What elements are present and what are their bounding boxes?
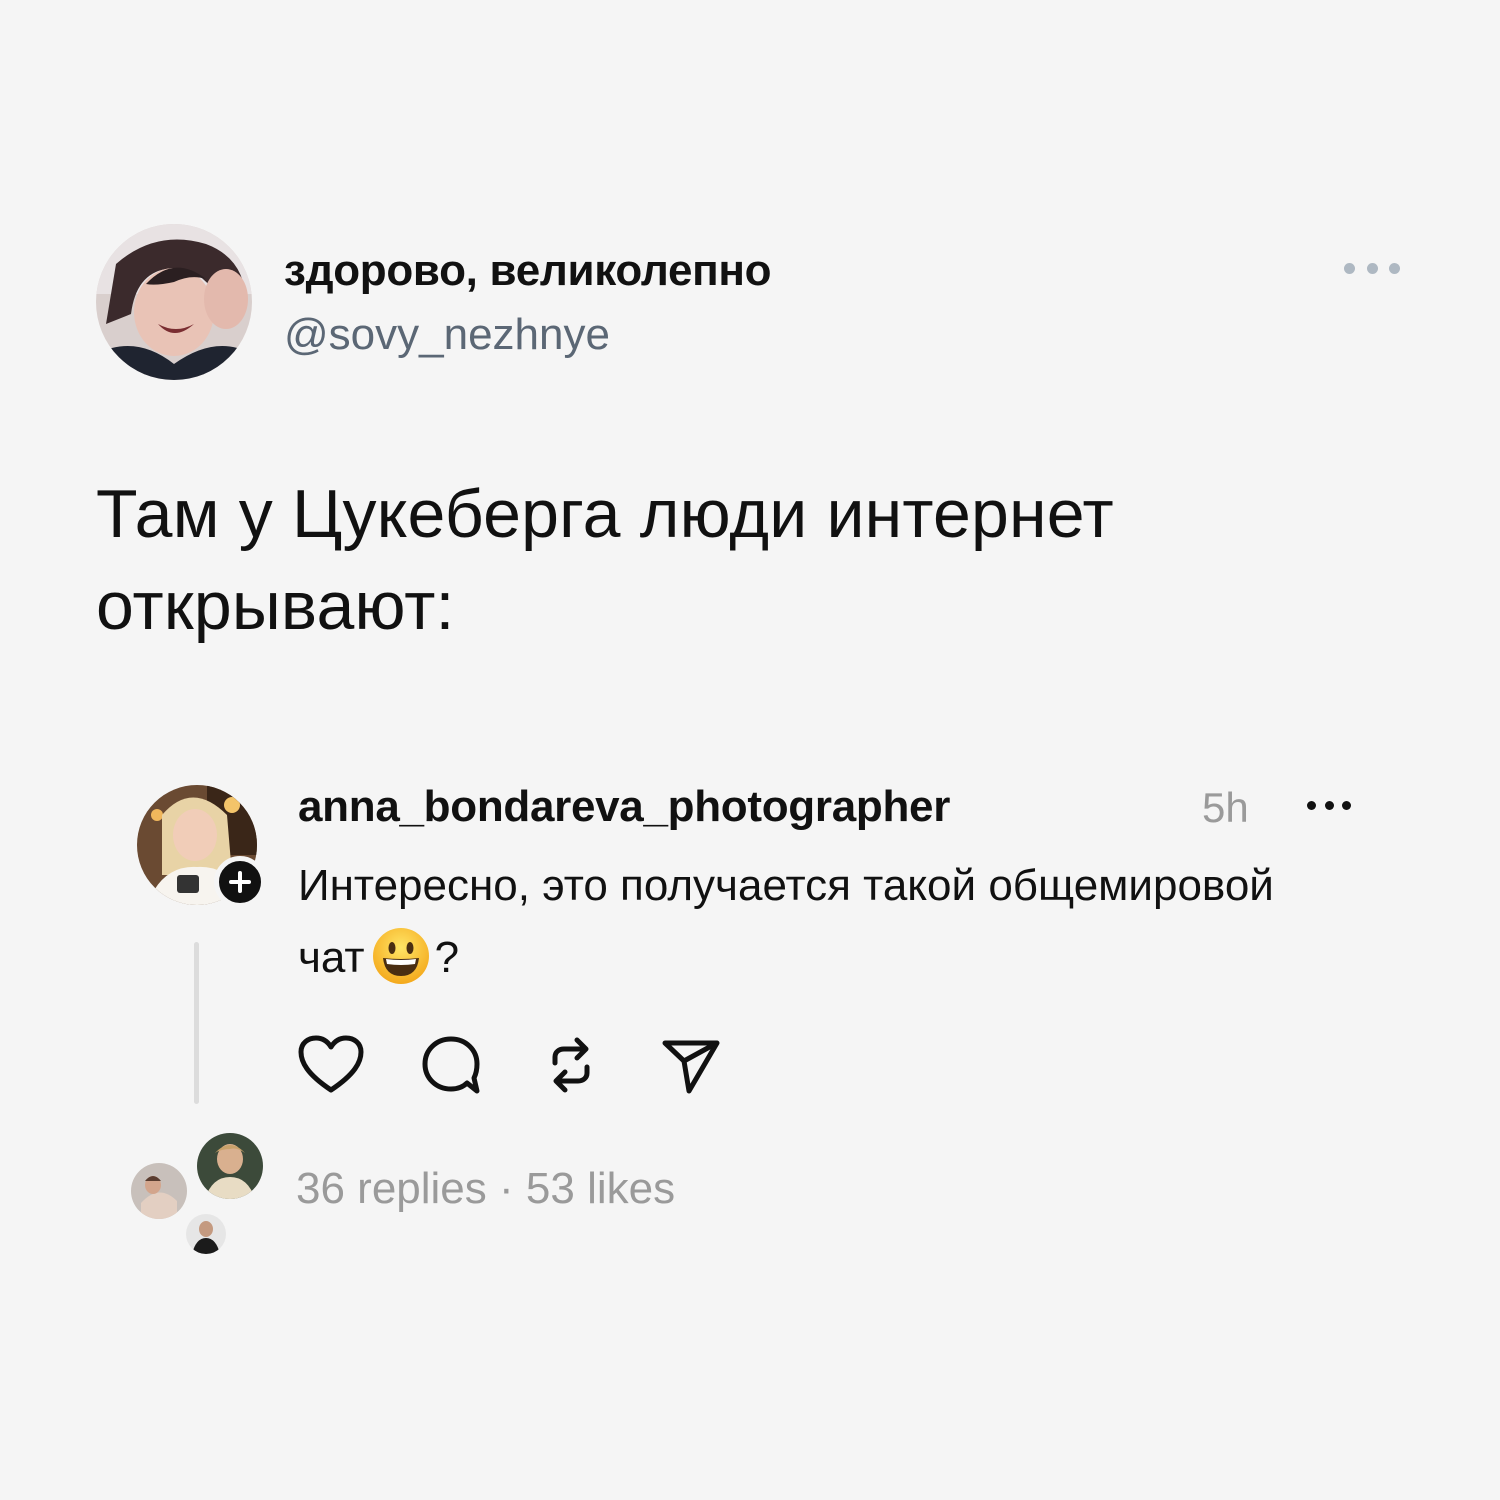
heart-icon [298,1035,364,1093]
likes-count[interactable]: 53 likes [526,1164,675,1213]
grinning-face-emoji [372,928,429,984]
share-button[interactable] [656,1030,726,1100]
author-handle[interactable]: @sovy_nezhnye [284,310,610,360]
comment-suffix: ? [434,933,460,982]
repost-button[interactable] [536,1030,606,1100]
follow-plus-button[interactable] [214,856,266,908]
post-stats: 36 replies · 53 likes [296,1164,675,1214]
like-button[interactable] [296,1030,366,1100]
plus-icon [229,871,251,893]
tweet-text: Там у Цукеберга люди интернет открывают: [96,476,1114,644]
author-display-name[interactable]: здорово, великолепно [284,246,772,296]
share-icon [662,1040,720,1094]
reply-avatar[interactable] [128,1160,190,1222]
commenter-username[interactable]: anna_bondareva_photographer [298,782,950,832]
tweet-card: здорово, великолепно @sovy_nezhnye Там у… [0,0,1500,1500]
author-avatar[interactable] [96,224,252,380]
thread-connector-line [194,942,199,1104]
post-timestamp: 5h [1202,784,1249,831]
comment-icon [422,1036,480,1094]
comment-button[interactable] [416,1030,486,1100]
post-actions [296,1030,736,1100]
comment-text: Интересно, это получается такой общемиро… [298,850,1298,994]
replies-count[interactable]: 36 replies [296,1164,487,1213]
stats-separator: · [499,1164,514,1213]
more-horizontal-icon[interactable] [1344,256,1400,280]
post-more-icon[interactable] [1307,798,1351,812]
reply-avatar[interactable] [194,1130,266,1202]
repost-icon [552,1037,590,1093]
reply-avatar[interactable] [183,1211,229,1257]
